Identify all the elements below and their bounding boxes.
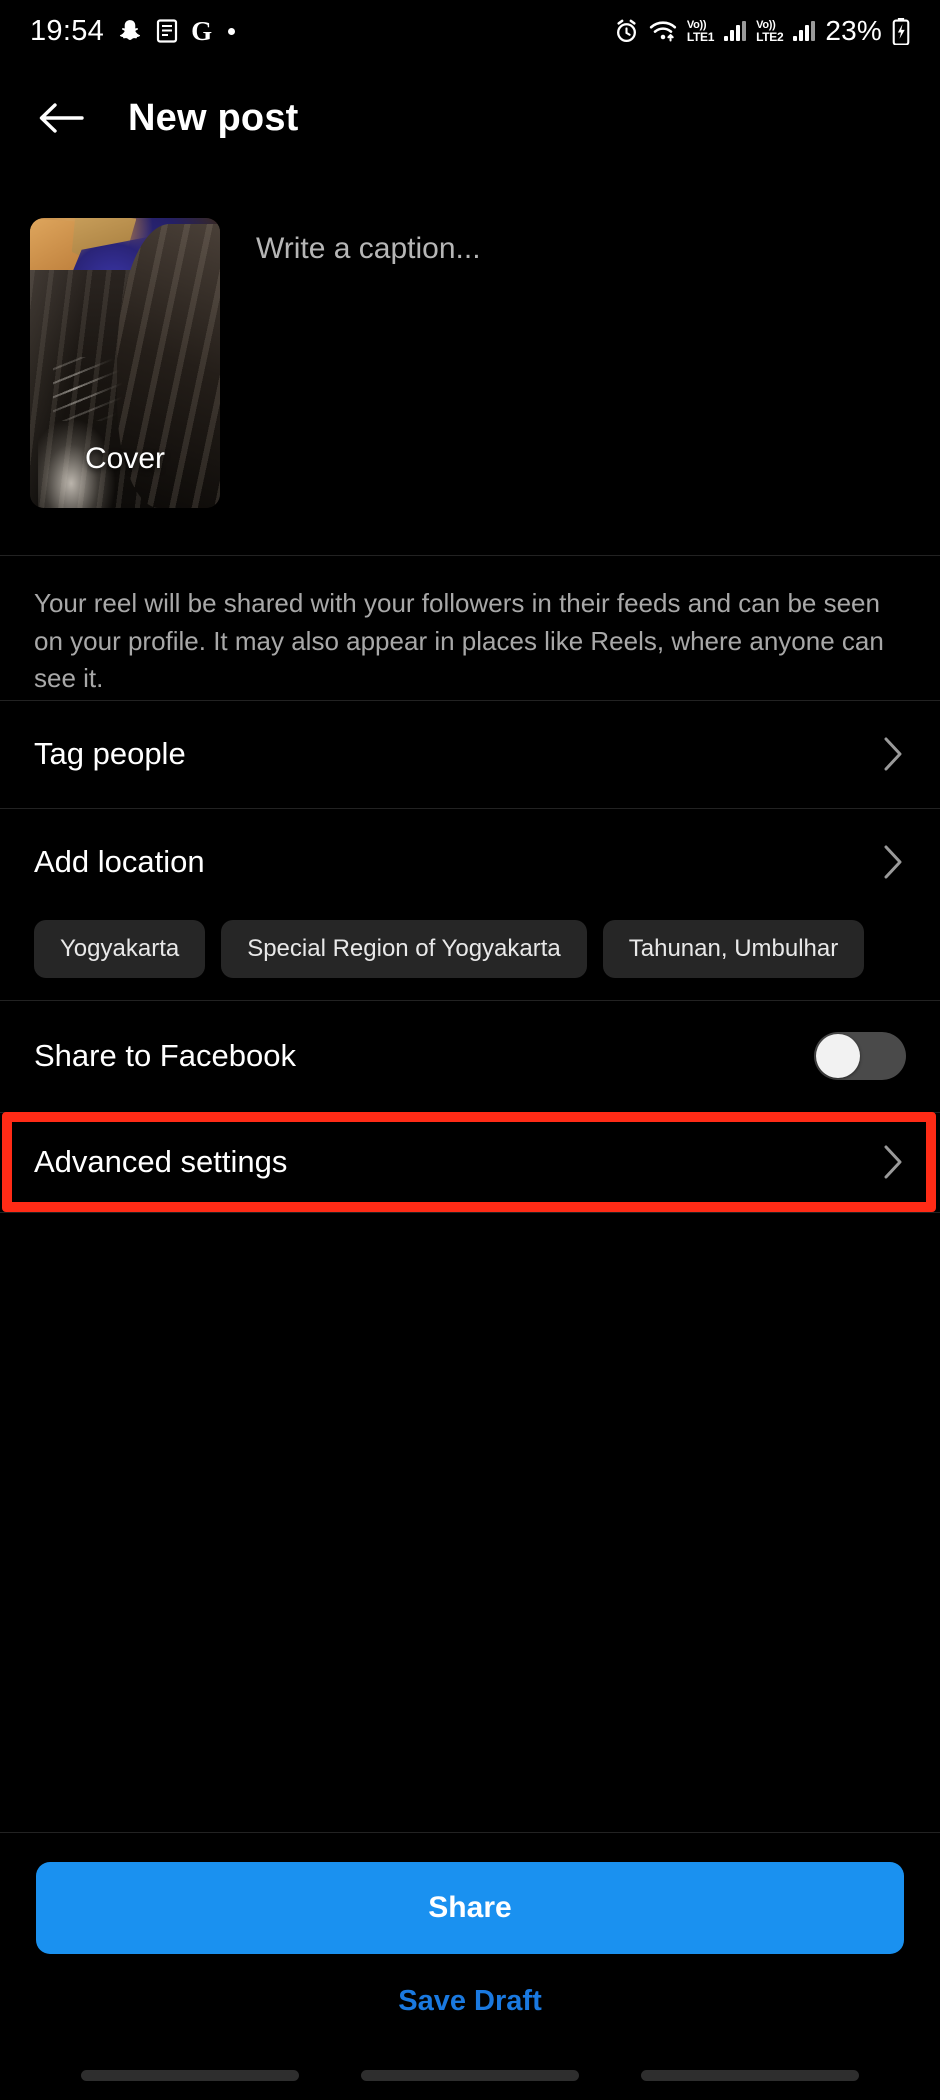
battery-percent-label: 23%: [825, 15, 882, 46]
tag-people-label: Tag people: [34, 736, 186, 771]
app-screen: 19:54 G Vo)) LTE1 Vo)) LTE2 23% New post…: [0, 0, 940, 2100]
message-icon: [156, 19, 178, 43]
row-add-location[interactable]: Add location: [0, 808, 940, 916]
cover-label: Cover: [84, 442, 166, 475]
chevron-right-icon: [880, 735, 906, 773]
divider-below-advanced: [0, 1212, 940, 1213]
status-bar-right: Vo)) LTE1 Vo)) LTE2 23%: [614, 15, 910, 47]
signal-bars-sim2-icon: [793, 21, 816, 41]
row-advanced-settings[interactable]: Advanced settings: [0, 1112, 940, 1212]
signal-bars-sim1-icon: [724, 21, 747, 41]
chevron-right-icon: [880, 843, 906, 881]
location-chip[interactable]: Yogyakarta: [34, 920, 206, 978]
toggle-knob: [816, 1034, 860, 1078]
divider-below-composer: [0, 555, 940, 556]
back-button[interactable]: [30, 87, 92, 149]
page-title: New post: [128, 96, 299, 139]
nav-pill-home[interactable]: [361, 2069, 579, 2081]
status-bar: 19:54 G Vo)) LTE1 Vo)) LTE2 23%: [0, 0, 940, 62]
arrow-left-icon: [39, 103, 84, 133]
nav-pill-recents[interactable]: [641, 2069, 859, 2081]
advanced-settings-label: Advanced settings: [34, 1144, 288, 1179]
wifi-icon: [649, 19, 677, 43]
reel-info-text: Your reel will be shared with your follo…: [34, 588, 884, 694]
save-draft-button[interactable]: Save Draft: [0, 1985, 940, 2018]
location-chip[interactable]: Tahunan, Umbulhar: [602, 920, 865, 978]
divider-above-footer: [0, 1832, 940, 1833]
row-share-to-facebook[interactable]: Share to Facebook: [0, 1000, 940, 1112]
cover-thumbnail[interactable]: Cover: [30, 218, 220, 508]
alarm-clock-icon: [614, 19, 639, 44]
location-suggestions[interactable]: Yogyakarta Special Region of Yogyakarta …: [0, 918, 940, 980]
status-bar-clock: 19:54: [30, 14, 105, 47]
caption-input[interactable]: Write a caption...: [220, 218, 910, 518]
app-header: New post: [0, 62, 940, 174]
composer-row: Cover Write a caption...: [0, 218, 940, 518]
system-navigation-bar: [0, 2064, 940, 2086]
dot-indicator-icon: [228, 27, 236, 35]
google-icon: G: [191, 15, 213, 46]
snapchat-icon: [117, 18, 143, 44]
nav-pill-back[interactable]: [81, 2069, 299, 2081]
share-to-facebook-toggle[interactable]: [814, 1032, 906, 1080]
location-chip[interactable]: Special Region of Yogyakarta: [221, 920, 587, 978]
row-tag-people[interactable]: Tag people: [0, 700, 940, 808]
status-bar-left: 19:54 G: [30, 14, 236, 48]
share-to-facebook-label: Share to Facebook: [34, 1038, 296, 1073]
add-location-label: Add location: [34, 844, 205, 879]
share-button[interactable]: Share: [36, 1862, 904, 1954]
volte-sim1-icon: Vo)) LTE1: [686, 18, 715, 44]
battery-charging-icon: [892, 17, 910, 45]
volte-sim2-icon: Vo)) LTE2: [756, 18, 784, 44]
chevron-right-icon: [880, 1143, 906, 1181]
